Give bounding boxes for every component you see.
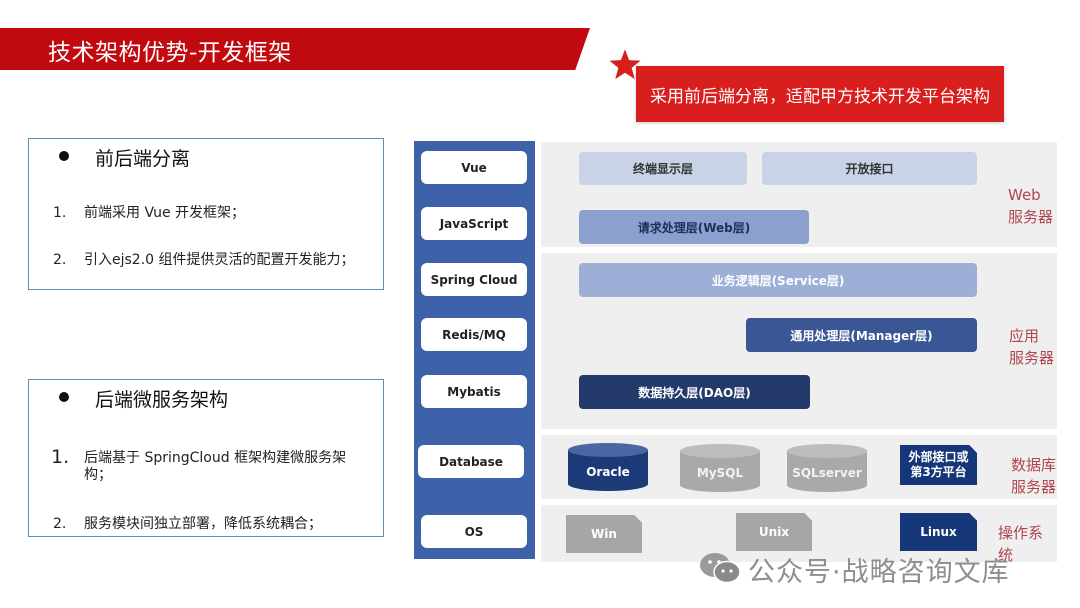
item-number: 1. bbox=[53, 205, 67, 221]
watermark-text: 公众号·战略咨询文库 bbox=[748, 557, 1010, 588]
external-line: 第3方平台 bbox=[910, 465, 967, 479]
label-line: 服务器 bbox=[1008, 208, 1054, 226]
wechat-icon bbox=[700, 553, 741, 584]
web-server-label: Web 服务器 bbox=[1008, 184, 1053, 228]
panel-heading: 后端微服务架构 bbox=[95, 389, 229, 411]
label-line: 服务器 bbox=[1011, 478, 1057, 496]
terminal-display-layer: 终端显示层 bbox=[579, 152, 747, 185]
app-server-label: 应用 服务器 bbox=[1009, 325, 1054, 369]
bullet-icon bbox=[59, 392, 69, 402]
tech-redis-mq: Redis/MQ bbox=[421, 318, 527, 351]
tech-os: OS bbox=[421, 515, 527, 548]
label-line: Web bbox=[1008, 186, 1041, 204]
service-layer: 业务逻辑层(Service层) bbox=[579, 263, 977, 297]
db-server-label: 数据库 服务器 bbox=[1011, 454, 1056, 498]
mysql-label: MySQL bbox=[696, 466, 744, 480]
external-line: 外部接口或 bbox=[908, 450, 969, 464]
tech-vue: Vue bbox=[421, 151, 527, 184]
callout-text: 采用前后端分离，适配甲方技术开发平台架构 bbox=[650, 86, 990, 107]
tech-stack-column: Vue JavaScript Spring Cloud Redis/MQ Myb… bbox=[414, 141, 535, 559]
tech-mybatis: Mybatis bbox=[421, 375, 527, 408]
list-item: 前端采用 Vue 开发框架； bbox=[84, 205, 246, 221]
label-line: 应用 bbox=[1009, 327, 1040, 345]
page-title: 技术架构优势-开发框架 bbox=[48, 40, 292, 66]
bullet-icon bbox=[59, 151, 69, 161]
panel-heading: 前后端分离 bbox=[95, 148, 191, 170]
manager-layer: 通用处理层(Manager层) bbox=[746, 318, 977, 352]
frontend-panel: 前后端分离 1. 前端采用 Vue 开发框架； 2. 引入ejs2.0 组件提供… bbox=[28, 138, 384, 290]
list-item: 后端基于 SpringCloud 框架构建微服务架构； bbox=[84, 450, 347, 483]
external-interface-box: 外部接口或 第3方平台 bbox=[900, 445, 977, 485]
item-number: 1. bbox=[51, 446, 70, 468]
backend-panel: 后端微服务架构 1. 后端基于 SpringCloud 框架构建微服务架构； 2… bbox=[28, 379, 384, 537]
request-handling-layer: 请求处理层(Web层) bbox=[579, 210, 809, 244]
list-item: 引入ejs2.0 组件提供灵活的配置开发能力； bbox=[84, 252, 355, 268]
dao-layer: 数据持久层(DAO层) bbox=[579, 375, 810, 409]
db-server-band: Oracle MySQL SQLserver 外部接口或 第3方平台 数据库 服… bbox=[541, 435, 1057, 499]
os-linux: Linux bbox=[900, 513, 977, 551]
tech-database: Database bbox=[418, 445, 524, 478]
sqlserver-label: SQLserver bbox=[792, 466, 862, 480]
tech-spring-cloud: Spring Cloud bbox=[421, 263, 527, 296]
tech-javascript: JavaScript bbox=[421, 207, 527, 240]
app-server-band: 业务逻辑层(Service层) 通用处理层(Manager层) 数据持久层(DA… bbox=[541, 253, 1057, 429]
oracle-label: Oracle bbox=[586, 465, 630, 479]
label-line: 服务器 bbox=[1009, 349, 1055, 367]
item-number: 2. bbox=[53, 516, 67, 532]
open-api-layer: 开放接口 bbox=[762, 152, 977, 185]
web-server-band: 终端显示层 开放接口 请求处理层(Web层) Web 服务器 bbox=[541, 142, 1057, 247]
label-line: 数据库 bbox=[1011, 456, 1057, 474]
list-item: 服务模块间独立部署，降低系统耦合； bbox=[84, 516, 322, 532]
os-win: Win bbox=[566, 515, 642, 553]
os-unix: Unix bbox=[736, 513, 812, 551]
item-number: 2. bbox=[53, 252, 67, 268]
